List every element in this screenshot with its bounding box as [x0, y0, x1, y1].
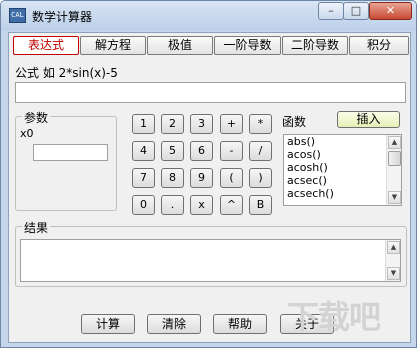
key-x[interactable]: x [190, 195, 213, 215]
x0-label: x0 [20, 127, 34, 140]
key-multiply[interactable]: * [249, 114, 272, 134]
tab-expression[interactable]: 表达式 [13, 36, 79, 55]
title-bar[interactable]: CAL 数学计算器 – □ ✕ [1, 1, 416, 31]
calculator-app-icon: CAL [9, 8, 26, 23]
maximize-button[interactable]: □ [343, 2, 369, 20]
key-2[interactable]: 2 [161, 114, 184, 134]
close-button[interactable]: ✕ [369, 2, 412, 20]
result-text [21, 240, 400, 253]
tab-solve-equation[interactable]: 解方程 [80, 36, 146, 55]
key-plus[interactable]: + [220, 114, 243, 134]
key-4[interactable]: 4 [132, 141, 155, 161]
expression-input[interactable] [15, 82, 406, 103]
key-backspace[interactable]: B [249, 195, 272, 215]
functions-scrollbar[interactable]: ▲ ▼ [386, 135, 401, 205]
list-item[interactable]: acosh() [284, 161, 401, 174]
tab-integral[interactable]: 积分 [349, 36, 409, 55]
help-button[interactable]: 帮助 [213, 314, 267, 334]
key-8[interactable]: 8 [161, 168, 184, 188]
list-item[interactable]: acos() [284, 148, 401, 161]
keypad: 1 2 3 + * 4 5 6 - / 7 8 9 ( ) 0 . x ^ B [132, 114, 272, 218]
minimize-button[interactable]: – [318, 2, 344, 20]
params-title: 参数 [22, 109, 51, 126]
calculate-button[interactable]: 计算 [81, 314, 135, 334]
tab-second-derivative[interactable]: 二阶导数 [282, 36, 348, 55]
key-0[interactable]: 0 [132, 195, 155, 215]
app-window: CAL 数学计算器 – □ ✕ 表达式 解方程 极值 一阶导数 二阶导数 积分 … [0, 0, 417, 348]
result-scrollbar[interactable]: ▲ ▼ [385, 240, 400, 281]
list-item[interactable]: acsec() [284, 174, 401, 187]
key-divide[interactable]: / [249, 141, 272, 161]
key-7[interactable]: 7 [132, 168, 155, 188]
scroll-down-arrow-icon[interactable]: ▼ [387, 267, 400, 280]
key-9[interactable]: 9 [190, 168, 213, 188]
result-title: 结果 [22, 219, 51, 236]
tab-first-derivative[interactable]: 一阶导数 [214, 36, 281, 55]
key-5[interactable]: 5 [161, 141, 184, 161]
mode-tabs: 表达式 解方程 极值 一阶导数 二阶导数 积分 [13, 36, 409, 56]
key-6[interactable]: 6 [190, 141, 213, 161]
key-1[interactable]: 1 [132, 114, 155, 134]
list-item[interactable]: acsech() [284, 187, 401, 200]
scroll-thumb[interactable] [388, 151, 401, 166]
scroll-up-arrow-icon[interactable]: ▲ [388, 136, 401, 149]
site-watermark: 下载吧 [287, 298, 381, 336]
clear-button[interactable]: 清除 [147, 314, 201, 334]
x0-input[interactable] [33, 144, 108, 161]
key-decimal[interactable]: . [161, 195, 184, 215]
scroll-up-arrow-icon[interactable]: ▲ [387, 241, 400, 254]
window-title: 数学计算器 [32, 10, 93, 24]
key-3[interactable]: 3 [190, 114, 213, 134]
params-group: 参数 x0 [15, 109, 117, 211]
key-open-paren[interactable]: ( [220, 168, 243, 188]
scroll-down-arrow-icon[interactable]: ▼ [388, 191, 401, 204]
key-minus[interactable]: - [220, 141, 243, 161]
insert-button[interactable]: 插入 [337, 111, 400, 128]
result-group: 结果 ▲ ▼ [15, 219, 407, 287]
expression-label: 公式 如 2*sin(x)-5 [15, 66, 118, 80]
list-item[interactable]: abs() [284, 135, 401, 148]
tab-extremum[interactable]: 极值 [147, 36, 213, 55]
functions-label: 函数 [282, 115, 307, 129]
key-close-paren[interactable]: ) [249, 168, 272, 188]
result-output[interactable]: ▲ ▼ [20, 239, 401, 282]
key-power[interactable]: ^ [220, 195, 243, 215]
functions-listbox[interactable]: abs() acos() acosh() acsec() acsech() ▲ … [283, 134, 402, 206]
